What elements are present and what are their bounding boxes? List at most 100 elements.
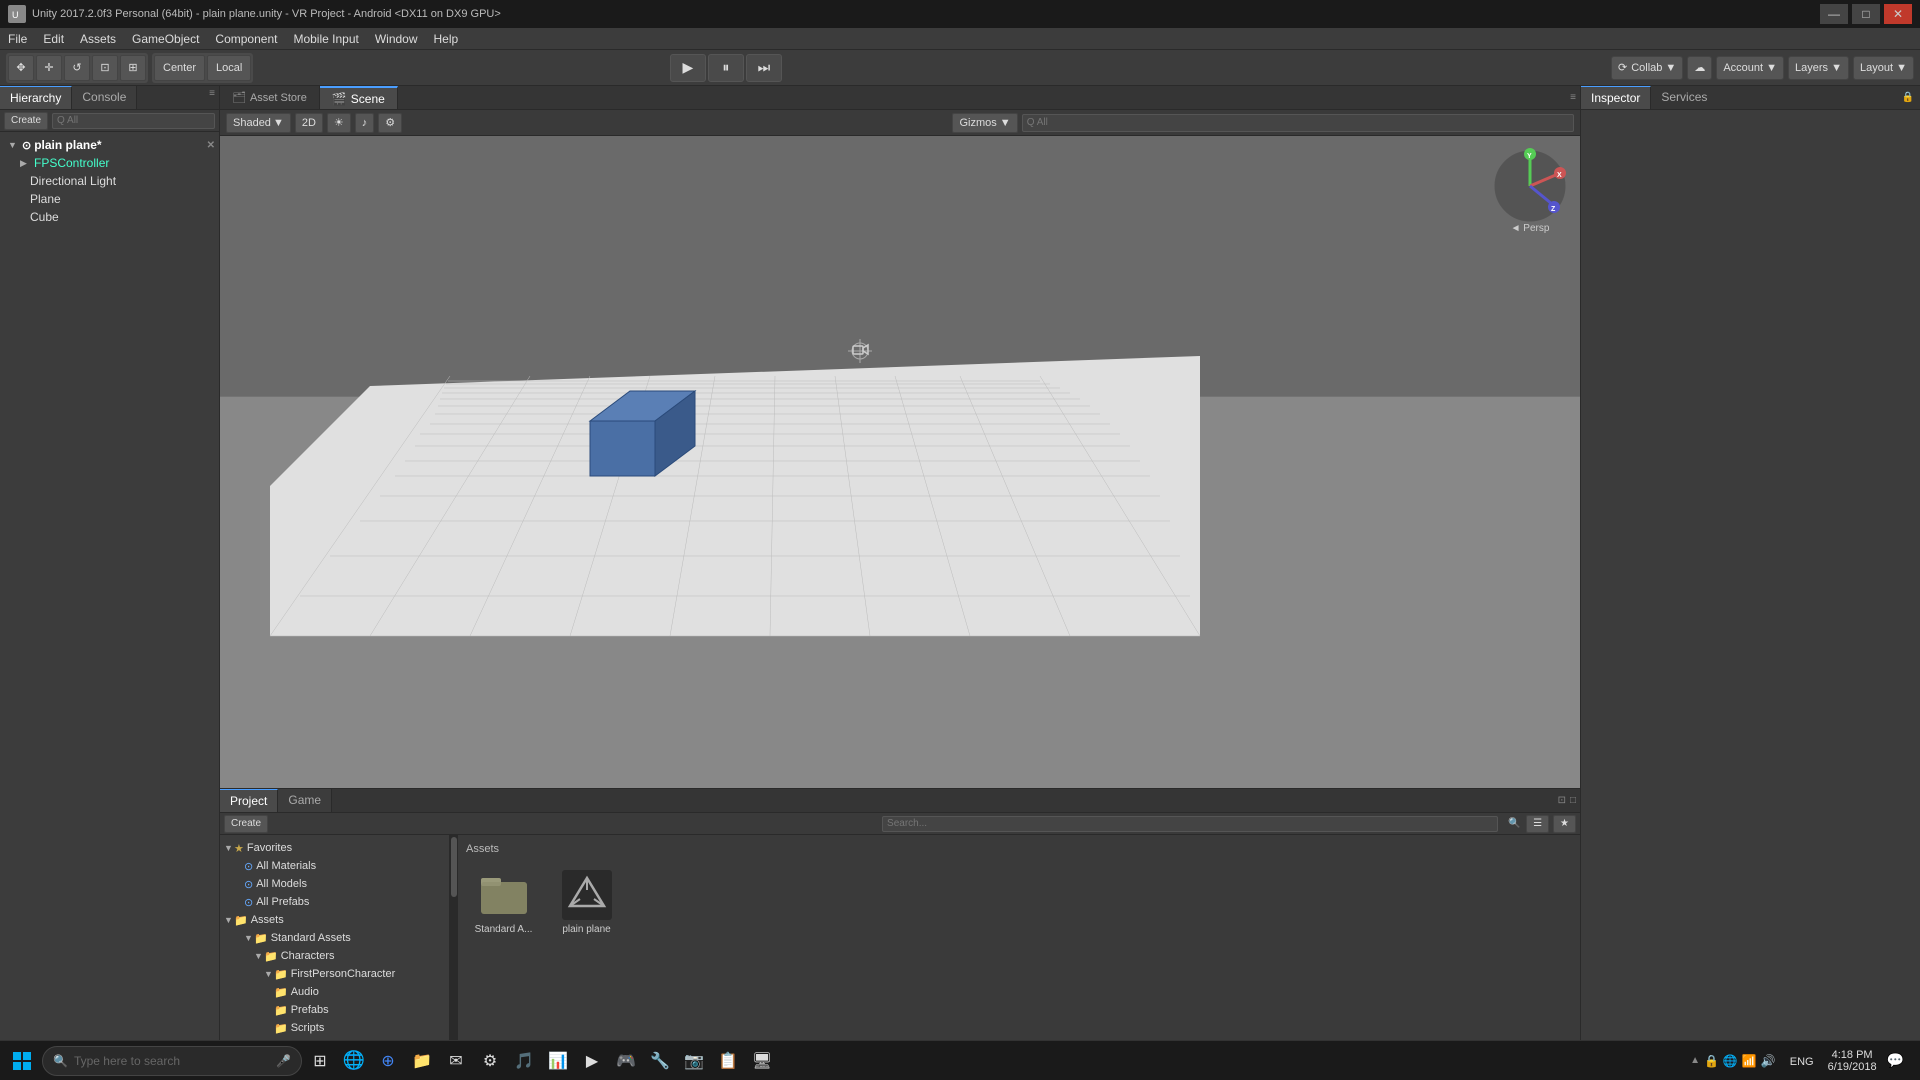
hierarchy-item-fps[interactable]: ▶ FPSController: [0, 154, 219, 172]
tray-icon-1[interactable]: 🔒: [1704, 1054, 1719, 1068]
project-panel-controls[interactable]: ⊡ □: [1554, 789, 1580, 812]
gizmos-button[interactable]: Gizmos ▼: [952, 113, 1017, 133]
rotate-tool-button[interactable]: ↺: [64, 55, 90, 81]
move-tool-button[interactable]: ✛: [36, 55, 62, 81]
asset-standard-assets[interactable]: Standard A...: [466, 867, 541, 935]
taskview-button[interactable]: ⊞: [304, 1045, 336, 1077]
app-icon-6[interactable]: ⚙: [474, 1045, 506, 1077]
menu-gameobject[interactable]: GameObject: [124, 28, 207, 49]
close-button[interactable]: ✕: [1884, 4, 1912, 24]
menu-assets[interactable]: Assets: [72, 28, 124, 49]
account-button[interactable]: Account ▼: [1716, 56, 1784, 80]
menu-edit[interactable]: Edit: [35, 28, 72, 49]
explorer-icon[interactable]: 📁: [406, 1045, 438, 1077]
tray-language[interactable]: ENG: [1782, 1054, 1822, 1068]
tab-services[interactable]: Services: [1651, 86, 1717, 109]
hierarchy-create-button[interactable]: Create: [4, 112, 48, 130]
menu-file[interactable]: File: [0, 28, 35, 49]
taskbar-search[interactable]: 🔍 Type here to search 🎤: [42, 1046, 302, 1076]
project-search-input[interactable]: [882, 816, 1498, 832]
tray-icon-2[interactable]: 🌐: [1723, 1054, 1738, 1068]
hierarchy-item-cube[interactable]: Cube: [0, 208, 219, 226]
tab-project[interactable]: Project: [220, 789, 278, 812]
scene-close-icon[interactable]: ✕: [207, 140, 215, 151]
app-icon-7[interactable]: 🎵: [508, 1045, 540, 1077]
project-create-button[interactable]: Create: [224, 815, 268, 833]
tray-icon-3[interactable]: 📶: [1742, 1054, 1757, 1068]
firstperson-folder[interactable]: ▼ 📁 FirstPersonCharacter: [220, 965, 449, 983]
inspector-lock-icon[interactable]: 🔒: [1896, 86, 1920, 109]
tab-scene[interactable]: 🎬 Scene: [320, 86, 398, 109]
project-star-button[interactable]: ★: [1553, 815, 1576, 833]
shading-mode-button[interactable]: Shaded ▼: [226, 113, 291, 133]
titlebar-controls[interactable]: — □ ✕: [1820, 4, 1912, 24]
volume-icon[interactable]: 🔊: [1761, 1054, 1776, 1068]
hierarchy-search-input[interactable]: [52, 113, 215, 129]
app-icon-12[interactable]: 📷: [678, 1045, 710, 1077]
unity-taskbar-icon[interactable]: ▶: [576, 1045, 608, 1077]
edge-icon[interactable]: 🌐: [338, 1045, 370, 1077]
scale-tool-button[interactable]: ⊡: [92, 55, 118, 81]
layout-button[interactable]: Layout ▼: [1853, 56, 1914, 80]
favorites-folder[interactable]: ▼ ★ Favorites: [220, 839, 449, 857]
app-icon-10[interactable]: 🎮: [610, 1045, 642, 1077]
characters-folder[interactable]: ▼ 📁 Characters: [220, 947, 449, 965]
project-filter-button[interactable]: ☰: [1526, 815, 1549, 833]
pause-button[interactable]: ⏸: [708, 54, 744, 82]
maximize-button[interactable]: □: [1852, 4, 1880, 24]
scene-panel-menu[interactable]: ≡: [1566, 86, 1580, 109]
mail-icon[interactable]: ✉: [440, 1045, 472, 1077]
cloud-button[interactable]: ☁: [1687, 56, 1712, 80]
maximize-icon[interactable]: □: [1570, 795, 1576, 806]
tab-game[interactable]: Game: [278, 789, 332, 812]
hierarchy-item-directional-light[interactable]: Directional Light: [0, 172, 219, 190]
hand-tool-button[interactable]: ✥: [8, 55, 34, 81]
app-icon-13[interactable]: 📋: [712, 1045, 744, 1077]
app-icon-11[interactable]: 🔧: [644, 1045, 676, 1077]
app-icon-14[interactable]: 🖥: [746, 1045, 778, 1077]
asset-plain-plane[interactable]: plain plane: [549, 867, 624, 935]
rect-tool-button[interactable]: ⊞: [120, 55, 146, 81]
tray-clock[interactable]: 4:18 PM 6/19/2018: [1828, 1049, 1877, 1073]
center-pivot-button[interactable]: Center: [154, 55, 205, 81]
project-search-icon[interactable]: 🔍: [1502, 815, 1522, 833]
menu-mobile-input[interactable]: Mobile Input: [285, 28, 366, 49]
hierarchy-item-plane[interactable]: Plane: [0, 190, 219, 208]
audio-folder[interactable]: 📁 Audio: [220, 983, 449, 1001]
local-toggle-button[interactable]: Local: [207, 55, 251, 81]
lighting-toggle-button[interactable]: ☀: [327, 113, 351, 133]
2d-toggle-button[interactable]: 2D: [295, 113, 323, 133]
tab-asset-store[interactable]: 🗂 Asset Store: [220, 86, 320, 109]
tab-console[interactable]: Console: [72, 86, 137, 109]
tab-inspector[interactable]: Inspector: [1581, 86, 1651, 109]
viewport-gizmo[interactable]: Y X Z ◄ Persp: [1490, 146, 1570, 226]
fx-toggle-button[interactable]: ⚙: [378, 113, 402, 133]
scene-search-input[interactable]: [1022, 114, 1574, 132]
prefabs-folder[interactable]: 📁 Prefabs: [220, 1001, 449, 1019]
all-materials-item[interactable]: ⊙ All Materials: [220, 857, 449, 875]
app-icon-8[interactable]: 📊: [542, 1045, 574, 1077]
tray-arrow-icon[interactable]: ▲: [1690, 1055, 1700, 1066]
scripts-folder[interactable]: 📁 Scripts: [220, 1019, 449, 1037]
viewport[interactable]: Y X Z ◄ Persp: [220, 136, 1580, 788]
menu-help[interactable]: Help: [426, 28, 467, 49]
scene-root-item[interactable]: ▼ ⊙ plain plane* ✕: [0, 136, 219, 154]
audio-toggle-button[interactable]: ♪: [355, 113, 375, 133]
tab-hierarchy[interactable]: Hierarchy: [0, 86, 72, 109]
standard-assets-folder[interactable]: ▼ 📁 Standard Assets: [220, 929, 449, 947]
chrome-icon[interactable]: ⊕: [372, 1045, 404, 1077]
notification-icon[interactable]: 💬: [1883, 1052, 1908, 1069]
collab-button[interactable]: ⟳ Collab ▼: [1611, 56, 1683, 80]
menu-component[interactable]: Component: [207, 28, 285, 49]
start-button[interactable]: [4, 1043, 40, 1079]
play-button[interactable]: ▶: [670, 54, 706, 82]
menu-window[interactable]: Window: [367, 28, 426, 49]
hierarchy-panel-menu[interactable]: ≡: [205, 86, 219, 109]
project-tree-scrollbar[interactable]: [450, 835, 458, 1058]
minimize-button[interactable]: —: [1820, 4, 1848, 24]
assets-folder[interactable]: ▼ 📁 Assets: [220, 911, 449, 929]
all-models-item[interactable]: ⊙ All Models: [220, 875, 449, 893]
step-button[interactable]: ⏭: [746, 54, 782, 82]
layers-button[interactable]: Layers ▼: [1788, 56, 1849, 80]
all-prefabs-item[interactable]: ⊙ All Prefabs: [220, 893, 449, 911]
